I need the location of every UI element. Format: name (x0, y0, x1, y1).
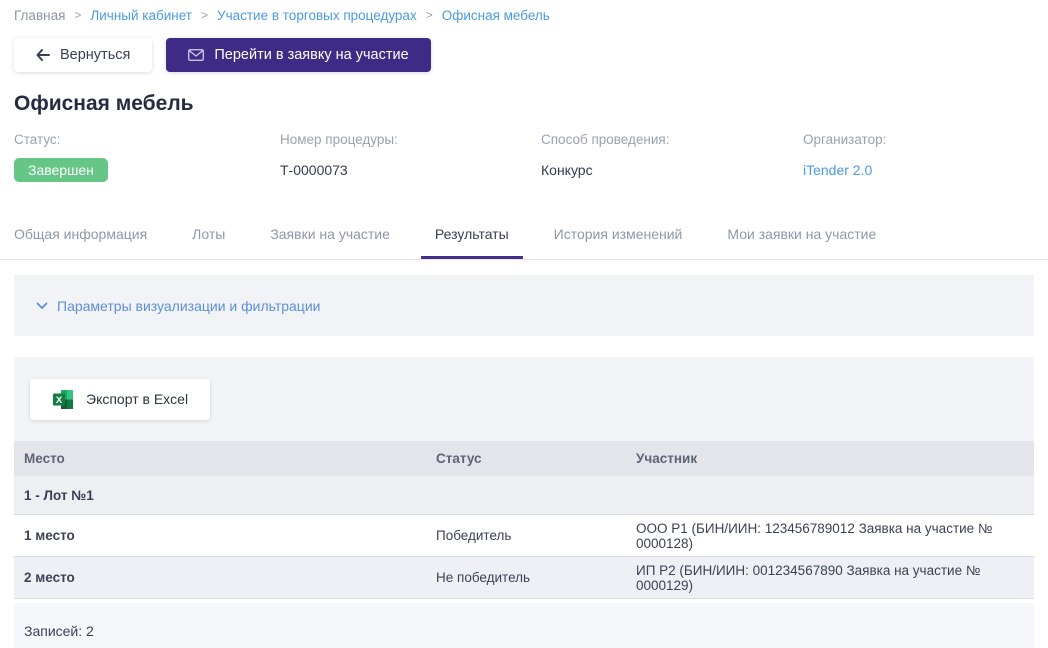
info-procedure-number: Номер процедуры: Т-0000073 (280, 132, 541, 183)
breadcrumb-trade-procedures[interactable]: Участие в торговых процедурах (217, 6, 417, 25)
procedure-number-label: Номер процедуры: (280, 132, 541, 147)
results-table: Место Статус Участник 1 - Лот №1 1 место… (14, 441, 1034, 648)
back-button-label: Вернуться (60, 47, 130, 63)
tab-results[interactable]: Результаты (421, 214, 523, 259)
organizer-label: Организатор: (803, 132, 1034, 147)
breadcrumb-current-page[interactable]: Офисная мебель (442, 6, 550, 25)
method-value: Конкурс (541, 157, 803, 183)
toolbar: Вернуться Перейти в заявку на участие (14, 38, 1034, 72)
breadcrumb-personal-cabinet[interactable]: Личный кабинет (90, 6, 192, 25)
svg-text:X: X (56, 394, 63, 405)
cell-status: Не победитель (426, 570, 626, 585)
method-label: Способ проведения: (541, 132, 803, 147)
page-title: Офисная мебель (14, 92, 1034, 116)
tab-general-info[interactable]: Общая информация (0, 214, 161, 259)
export-excel-label: Экспорт в Excel (86, 391, 188, 407)
table-header-row: Место Статус Участник (14, 441, 1034, 476)
procedure-info: Статус: Завершен Номер процедуры: Т-0000… (14, 132, 1034, 183)
tab-lots[interactable]: Лоты (178, 214, 239, 259)
cell-participant: ИП Р2 (БИН/ИИН: 001234567890 Заявка на у… (626, 563, 1034, 593)
export-excel-button[interactable]: X Экспорт в Excel (30, 379, 210, 420)
go-to-bid-button-label: Перейти в заявку на участие (214, 47, 408, 63)
tab-bar: Общая информация Лоты Заявки на участие … (0, 214, 1048, 260)
column-header-place: Место (14, 451, 426, 466)
back-button[interactable]: Вернуться (14, 38, 152, 72)
results-content: Параметры визуализации и фильтрации X Эк… (14, 275, 1034, 648)
info-organizer: Организатор: iTender 2.0 (803, 132, 1034, 183)
envelope-icon (188, 49, 204, 61)
table-row[interactable]: 1 место Победитель ООО Р1 (БИН/ИИН: 1234… (14, 515, 1034, 557)
go-to-bid-button[interactable]: Перейти в заявку на участие (166, 38, 430, 72)
cell-place: 2 место (14, 570, 426, 585)
breadcrumb-separator-icon: > (201, 6, 208, 25)
tab-change-history[interactable]: История изменений (540, 214, 697, 259)
table-group-row: 1 - Лот №1 (14, 476, 1034, 515)
group-row-label: 1 - Лот №1 (14, 488, 426, 503)
tab-participation-bids[interactable]: Заявки на участие (256, 214, 404, 259)
tab-my-bids[interactable]: Мои заявки на участие (713, 214, 890, 259)
cell-participant: ООО Р1 (БИН/ИИН: 123456789012 Заявка на … (626, 521, 1034, 551)
breadcrumb: Главная > Личный кабинет > Участие в тор… (0, 0, 1048, 25)
column-header-participant: Участник (626, 451, 1034, 466)
filters-toggle-label: Параметры визуализации и фильтрации (57, 298, 320, 314)
cell-status: Победитель (426, 528, 626, 543)
records-count: Записей: 2 (14, 603, 1034, 648)
arrow-left-icon (36, 49, 50, 61)
excel-icon: X (52, 389, 74, 410)
export-panel: X Экспорт в Excel (14, 357, 1034, 441)
filters-panel: Параметры визуализации и фильтрации (14, 275, 1034, 336)
info-status: Статус: Завершен (14, 132, 280, 183)
cell-place: 1 место (14, 528, 426, 543)
info-method: Способ проведения: Конкурс (541, 132, 803, 183)
procedure-number-value: Т-0000073 (280, 157, 541, 183)
table-row[interactable]: 2 место Не победитель ИП Р2 (БИН/ИИН: 00… (14, 557, 1034, 599)
status-badge: Завершен (14, 158, 108, 182)
breadcrumb-separator-icon: > (74, 6, 81, 25)
breadcrumb-home[interactable]: Главная (14, 6, 65, 25)
filters-toggle[interactable]: Параметры визуализации и фильтрации (36, 298, 320, 314)
chevron-down-icon (36, 302, 48, 310)
breadcrumb-separator-icon: > (426, 6, 433, 25)
column-header-status: Статус (426, 451, 626, 466)
status-label: Статус: (14, 132, 280, 147)
organizer-link[interactable]: iTender 2.0 (803, 162, 872, 178)
